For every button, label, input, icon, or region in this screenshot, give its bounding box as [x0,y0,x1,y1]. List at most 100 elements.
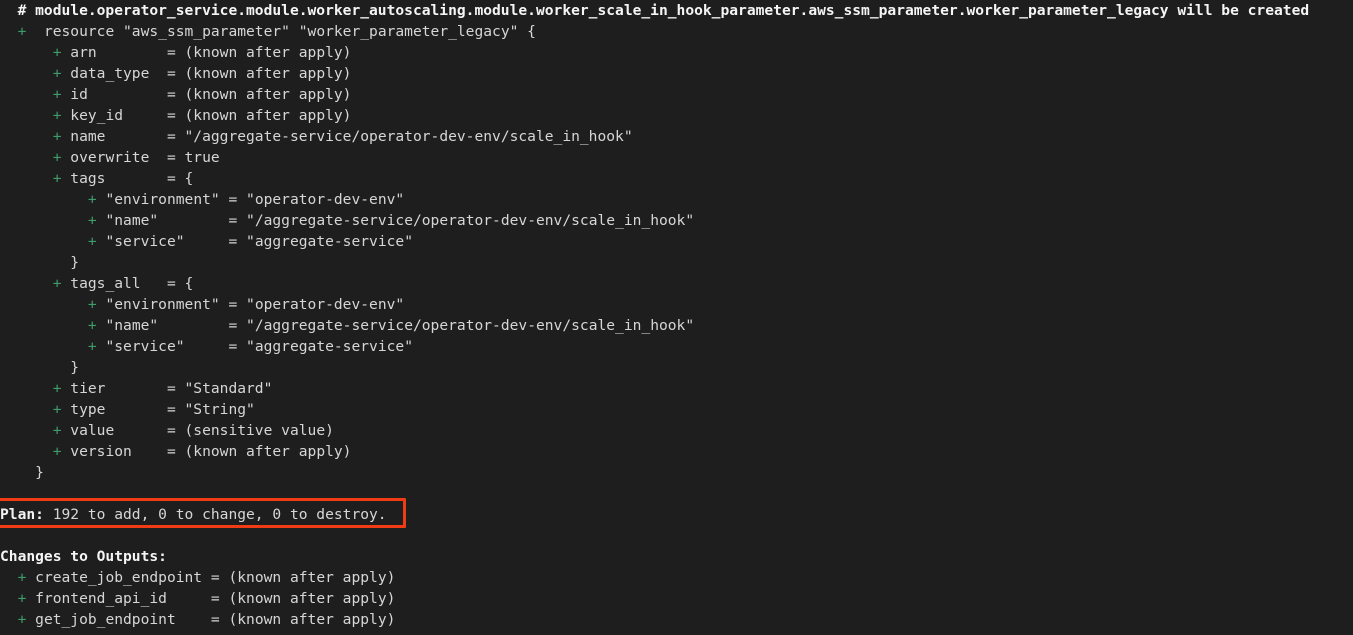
add-marker-icon: + [52,170,62,187]
add-marker-icon: + [52,44,62,61]
line-text: id = (known after apply) [61,86,352,103]
output-change-line: + create_job_endpoint = (known after app… [0,567,1353,588]
add-marker-icon: + [52,422,62,439]
resource-attribute-line: + value = (sensitive value) [0,420,1353,441]
line-text: "environment" = "operator-dev-env" [96,191,405,208]
add-marker-icon: + [52,443,62,460]
line-text: frontend_api_id = (known after apply) [26,590,396,607]
resource-attribute-line: + tags = { [0,168,1353,189]
resource-attribute-line: + key_id = (known after apply) [0,105,1353,126]
line-text: version = (known after apply) [61,443,352,460]
resource-attribute-line: + "name" = "/aggregate-service/operator-… [0,210,1353,231]
line-text: "service" = "aggregate-service" [96,338,413,355]
plan-summary-label: Plan: [0,506,44,523]
resource-attribute-line: + "environment" = "operator-dev-env" [0,189,1353,210]
add-marker-icon: + [0,23,36,40]
line-text: tier = "Standard" [61,380,273,397]
resource-comment-line: # module.operator_service.module.worker_… [0,2,1310,19]
resource-attribute-line: + "service" = "aggregate-service" [0,231,1353,252]
plan-summary-line: Plan: 192 to add, 0 to change, 0 to dest… [0,504,1353,525]
add-marker-icon: + [52,401,62,418]
add-marker-icon: + [87,317,97,334]
resource-attribute-line: + overwrite = true [0,147,1353,168]
resource-attribute-list: + arn = (known after apply) + data_type … [0,42,1353,483]
plan-summary-counts: 192 to add, 0 to change, 0 to destroy. [43,506,387,523]
resource-declaration-text: resource "aws_ssm_parameter" "worker_par… [35,23,536,40]
resource-attribute-line: + version = (known after apply) [0,441,1353,462]
resource-attribute-line: + tier = "Standard" [0,378,1353,399]
line-text: } [70,359,80,376]
resource-attribute-line: } [0,357,1353,378]
line-text: tags = { [61,170,194,187]
line-text: value = (sensitive value) [61,422,334,439]
resource-attribute-line: } [0,462,1353,483]
add-marker-icon: + [52,128,62,145]
add-marker-icon: + [87,296,97,313]
add-marker-icon: + [52,86,62,103]
line-text: "name" = "/aggregate-service/operator-de… [96,317,695,334]
resource-attribute-line: + type = "String" [0,399,1353,420]
line-text: create_job_endpoint = (known after apply… [26,569,396,586]
resource-attribute-line: + "service" = "aggregate-service" [0,336,1353,357]
add-marker-icon: + [52,107,62,124]
output-change-line: + get_job_endpoint = (known after apply) [0,609,1353,630]
resource-attribute-line: } [0,252,1353,273]
changes-to-outputs-list: + create_job_endpoint = (known after app… [0,567,1353,630]
add-marker-icon: + [52,380,62,397]
line-text: data_type = (known after apply) [61,65,352,82]
changes-to-outputs-heading: Changes to Outputs: [0,548,167,565]
line-text: "name" = "/aggregate-service/operator-de… [96,212,695,229]
add-marker-icon: + [52,149,62,166]
add-marker-icon: + [87,233,97,250]
resource-attribute-line: + data_type = (known after apply) [0,63,1353,84]
line-text: get_job_endpoint = (known after apply) [26,611,396,628]
line-text: "environment" = "operator-dev-env" [96,296,405,313]
add-marker-icon: + [87,212,97,229]
line-text: overwrite = true [61,149,220,166]
terminal-output-pane: # module.operator_service.module.worker_… [0,0,1353,635]
line-text: "service" = "aggregate-service" [96,233,413,250]
resource-attribute-line: + "name" = "/aggregate-service/operator-… [0,315,1353,336]
output-change-line: + frontend_api_id = (known after apply) [0,588,1353,609]
add-marker-icon: + [87,338,97,355]
resource-attribute-line: + "environment" = "operator-dev-env" [0,294,1353,315]
add-marker-icon: + [87,191,97,208]
line-text: arn = (known after apply) [61,44,352,61]
line-text: type = "String" [61,401,255,418]
resource-attribute-line: + name = "/aggregate-service/operator-de… [0,126,1353,147]
resource-attribute-line: + id = (known after apply) [0,84,1353,105]
line-text: key_id = (known after apply) [61,107,352,124]
resource-declaration-line: + resource "aws_ssm_parameter" "worker_p… [0,21,1353,42]
add-marker-icon: + [52,65,62,82]
resource-attribute-line: + arn = (known after apply) [0,42,1353,63]
resource-attribute-line: + tags_all = { [0,273,1353,294]
add-marker-icon: + [52,275,62,292]
line-text: name = "/aggregate-service/operator-dev-… [61,128,633,145]
line-text: } [35,464,44,481]
line-text: tags_all = { [61,275,194,292]
